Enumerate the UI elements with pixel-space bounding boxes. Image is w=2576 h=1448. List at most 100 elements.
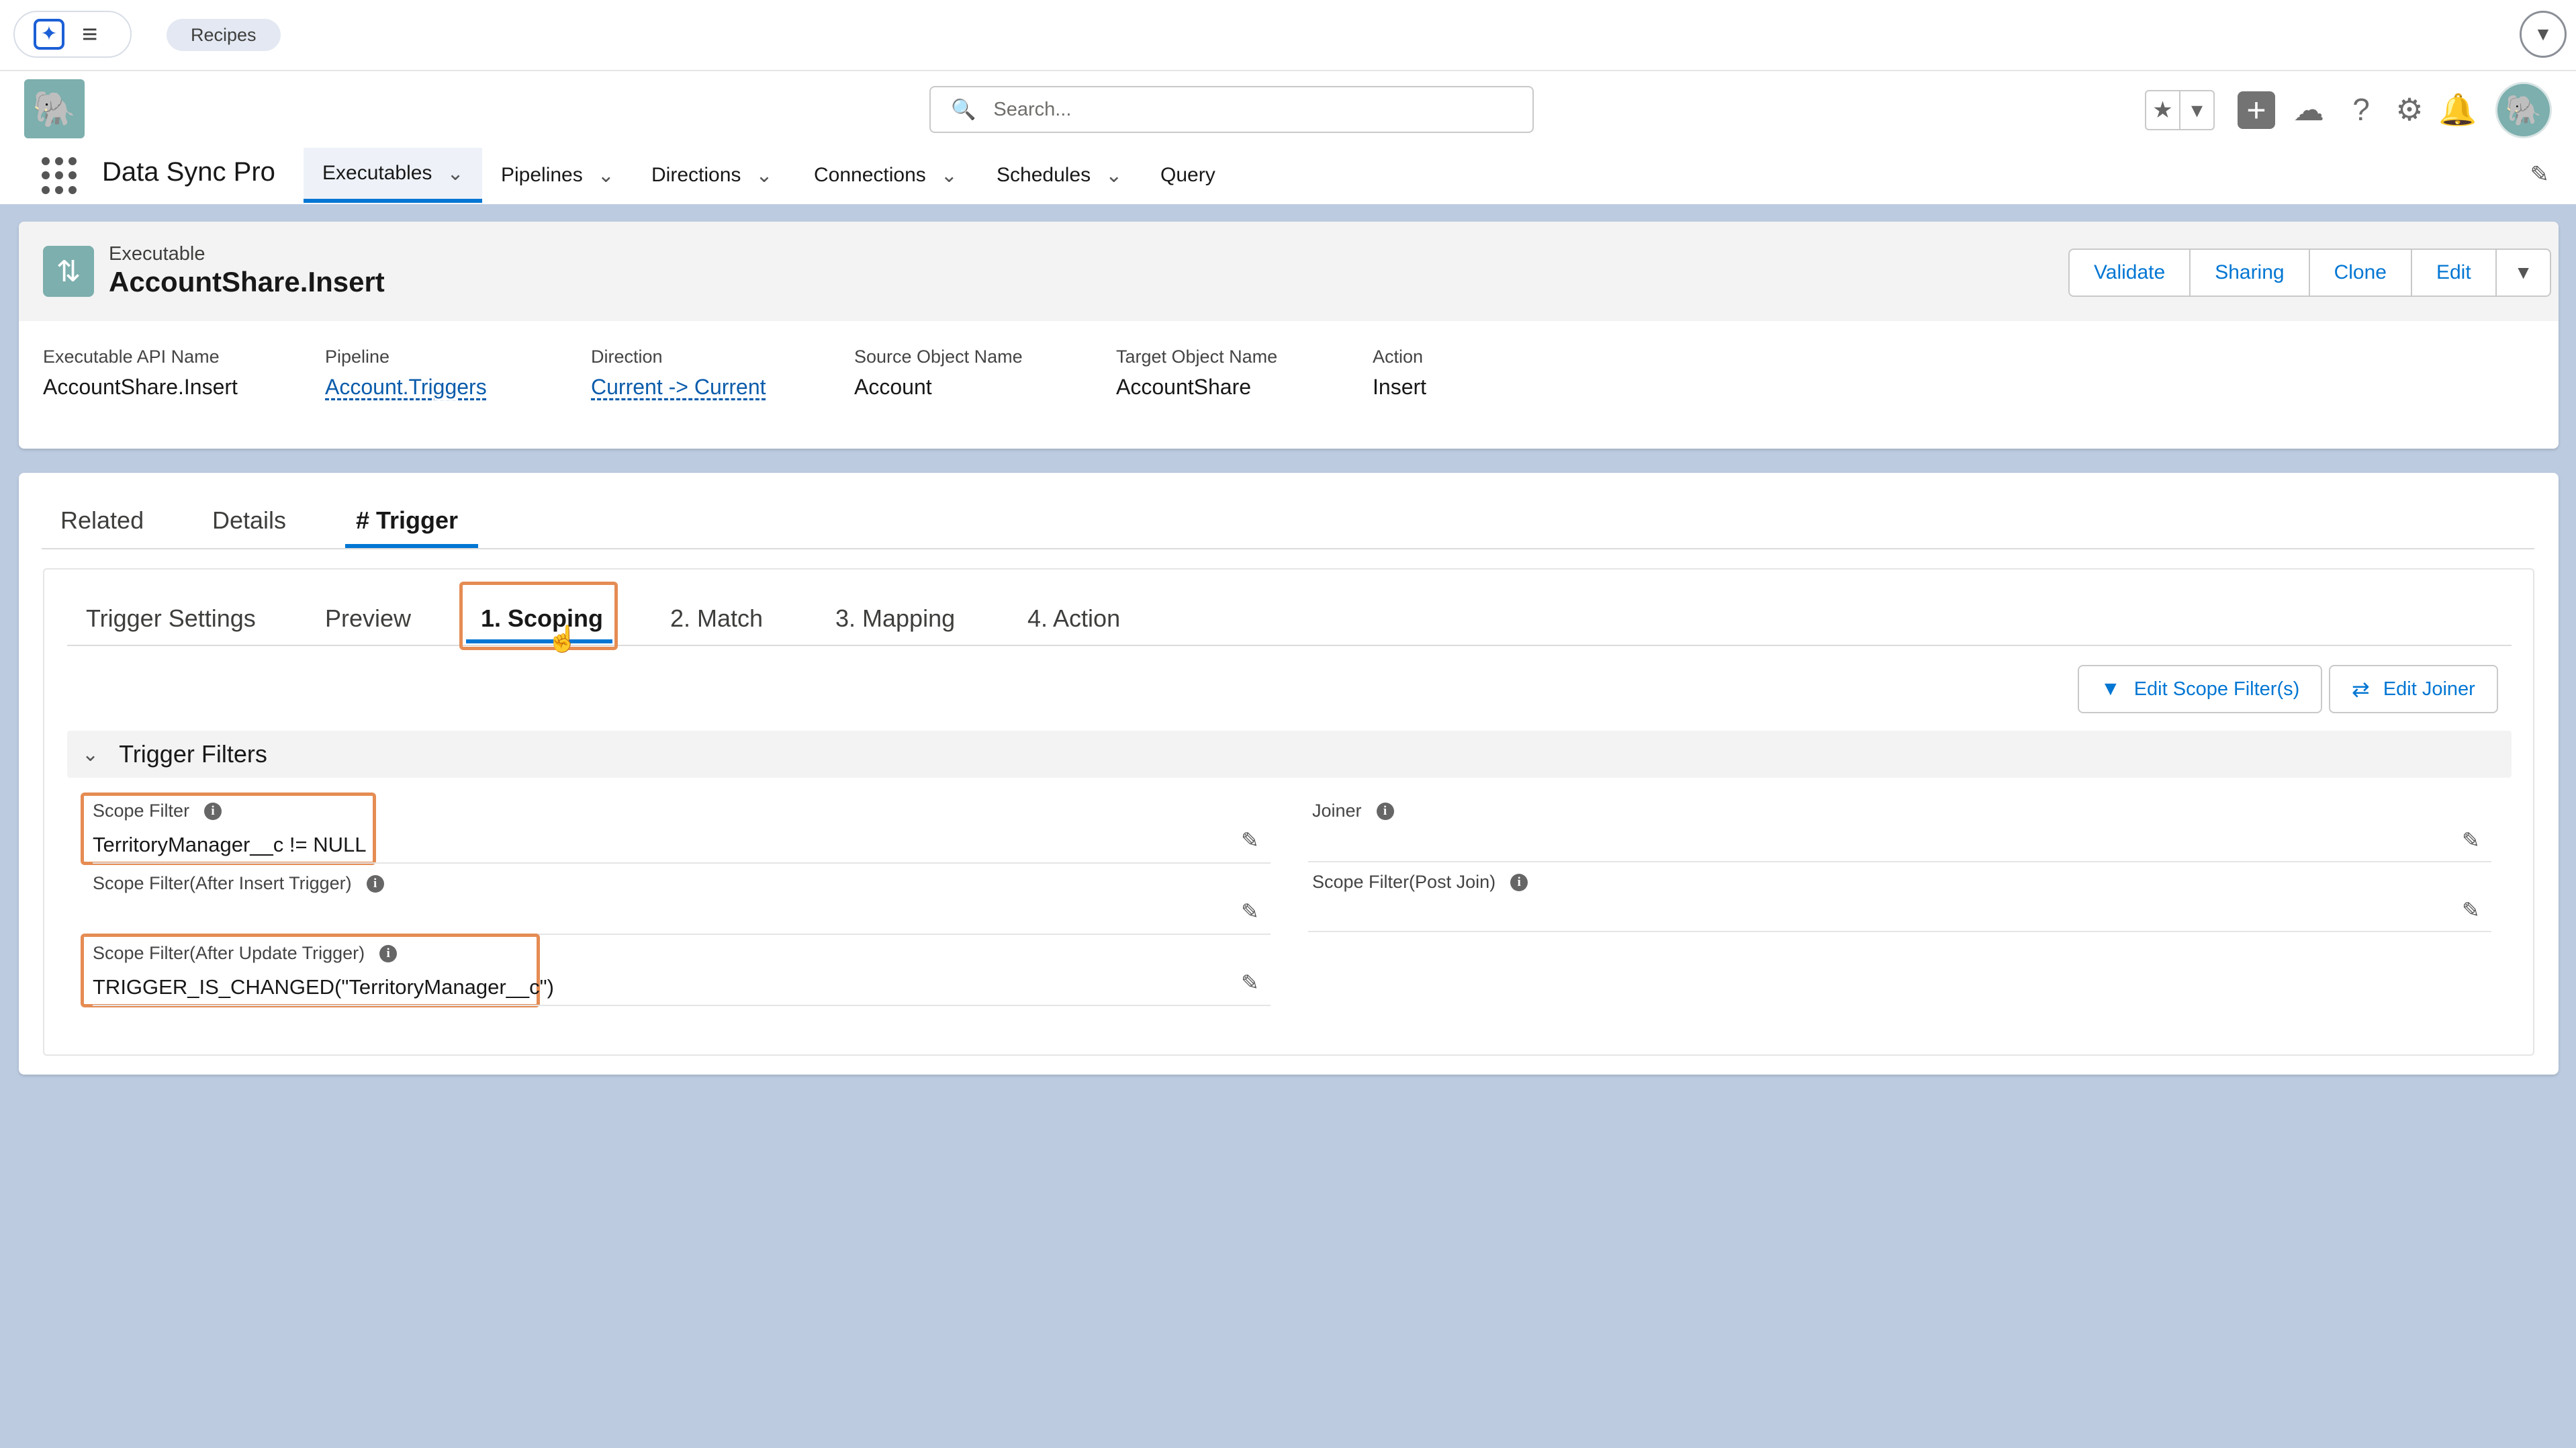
utility-bar — [0, 0, 2576, 70]
field-label: Joiner — [1312, 801, 1362, 821]
search-input[interactable] — [992, 97, 1506, 122]
tab-trigger[interactable]: # Trigger — [356, 506, 458, 535]
info-icon[interactable]: i — [1376, 802, 1394, 820]
field-value: Account — [854, 375, 932, 399]
pencil-icon[interactable]: ✎ — [2530, 161, 2550, 188]
field-label: Pipeline — [325, 347, 390, 367]
chevron-down-icon[interactable]: ⌄ — [755, 164, 772, 187]
chevron-down-icon[interactable]: ⌄ — [447, 162, 463, 185]
global-search[interactable]: 🔍 — [929, 86, 1534, 133]
launcher-icon[interactable]: ✦ — [34, 19, 64, 50]
scope-filter-post-join-label: Scope Filter(Post Join) i — [1312, 872, 1528, 893]
record-title: AccountShare.Insert — [109, 266, 385, 298]
tab-divider — [42, 548, 2534, 549]
cloud-icon[interactable]: ☁ — [2289, 87, 2329, 132]
tab-action[interactable]: 4. Action — [1027, 604, 1120, 633]
pencil-icon[interactable]: ✎ — [1241, 899, 1259, 924]
scope-filter-value: TerritoryManager__c != NULL — [93, 833, 367, 856]
clone-button[interactable]: Clone — [2310, 250, 2412, 296]
field-divider — [93, 862, 1271, 864]
nav-tab-label: Schedules — [997, 164, 1091, 186]
field-label: Scope Filter(After Update Trigger) — [93, 943, 365, 963]
scope-filter-after-update-value: TRIGGER_IS_CHANGED("TerritoryManager__c"… — [93, 975, 554, 999]
field-label: Action — [1373, 347, 1424, 367]
pencil-icon[interactable]: ✎ — [1241, 827, 1259, 853]
info-icon[interactable]: i — [379, 944, 398, 962]
tab-trigger-settings[interactable]: Trigger Settings — [86, 604, 256, 633]
pencil-icon[interactable]: ✎ — [2462, 897, 2480, 923]
info-icon[interactable]: i — [366, 874, 384, 893]
executable-icon: ⇅ — [43, 246, 94, 297]
info-icon[interactable]: i — [204, 802, 222, 820]
chevron-down-icon[interactable]: ⌄ — [82, 743, 99, 766]
chevron-down-icon[interactable]: ⌄ — [1105, 164, 1122, 187]
scope-filter-after-insert-label: Scope Filter(After Insert Trigger) i — [93, 873, 384, 894]
sharing-button[interactable]: Sharing — [2191, 250, 2310, 296]
nav-tab-schedules[interactable]: Schedules ⌄ — [978, 148, 1141, 203]
direction-link[interactable]: Current -> Current — [591, 375, 766, 400]
chevron-down-icon[interactable]: ⌄ — [598, 164, 614, 187]
chevron-down-icon[interactable]: ⌄ — [941, 164, 958, 187]
trigger-filters-section-header[interactable]: ⌄ Trigger Filters — [67, 731, 2512, 778]
field-value: Insert — [1373, 375, 1427, 399]
recipes-pill[interactable]: Recipes — [167, 19, 281, 51]
chevron-down-icon[interactable]: ▼ — [2520, 11, 2567, 58]
tab-details[interactable]: Details — [212, 506, 286, 535]
nav-tab-pipelines[interactable]: Pipelines ⌄ — [482, 148, 633, 203]
record-actions: Validate Sharing Clone Edit ▼ — [2068, 248, 2552, 297]
tab-mapping[interactable]: 3. Mapping — [835, 604, 955, 633]
nav-tab-executables[interactable]: Executables ⌄ — [304, 148, 482, 203]
nav-tab-label: Pipelines — [501, 164, 583, 186]
nav-tab-label: Query — [1160, 164, 1215, 186]
field-label: Direction — [591, 347, 663, 367]
tab-related[interactable]: Related — [60, 506, 144, 535]
scope-filter-label: Scope Filter i — [93, 801, 222, 821]
help-icon[interactable]: ? — [2341, 87, 2381, 132]
app-launcher-pill[interactable]: ✦ ≡ — [13, 11, 132, 58]
nav-tab-directions[interactable]: Directions ⌄ — [633, 148, 792, 203]
pencil-icon[interactable]: ✎ — [1241, 970, 1259, 995]
nav-tab-query[interactable]: Query — [1142, 148, 1234, 203]
joiner-label: Joiner i — [1312, 801, 1394, 821]
chevron-down-icon[interactable]: ▾ — [2180, 91, 2213, 129]
info-icon[interactable]: i — [1510, 873, 1528, 891]
pipeline-link[interactable]: Account.Triggers — [325, 375, 487, 400]
edit-scope-filters-button[interactable]: ▼ Edit Scope Filter(s) — [2078, 665, 2323, 713]
avatar[interactable]: 🐘 — [2495, 82, 2552, 138]
field-divider — [93, 1005, 1271, 1006]
bell-icon[interactable]: 🔔 — [2438, 87, 2478, 132]
field-label: Executable API Name — [43, 347, 220, 367]
search-icon: 🔍 — [951, 98, 976, 121]
field-label: Scope Filter(After Insert Trigger) — [93, 873, 352, 893]
scope-filter-after-update-label: Scope Filter(After Update Trigger) i — [93, 943, 398, 964]
section-title: Trigger Filters — [119, 740, 267, 768]
field-label: Target Object Name — [1116, 347, 1278, 367]
waffle-icon[interactable] — [42, 157, 79, 195]
cursor-icon: ☝ — [547, 625, 579, 653]
field-label: Scope Filter(Post Join) — [1312, 872, 1496, 892]
validate-button[interactable]: Validate — [2070, 250, 2191, 296]
filter-icon: ▼ — [2101, 678, 2121, 700]
gear-icon[interactable]: ⚙ — [2389, 87, 2430, 132]
record-type: Executable — [109, 243, 205, 265]
subtab-divider — [67, 645, 2512, 646]
tab-match[interactable]: 2. Match — [670, 604, 763, 633]
org-logo[interactable]: 🐘 — [24, 79, 85, 138]
favorites-group[interactable]: ★ ▾ — [2145, 90, 2215, 130]
menu-icon[interactable]: ≡ — [82, 21, 97, 48]
tab-preview[interactable]: Preview — [325, 604, 411, 633]
pencil-icon[interactable]: ✎ — [2462, 827, 2480, 853]
nav-tab-label: Directions — [651, 164, 741, 186]
star-icon[interactable]: ★ — [2146, 91, 2180, 129]
nav-tab-label: Executables — [322, 162, 432, 184]
edit-joiner-button[interactable]: ⇄ Edit Joiner — [2329, 665, 2498, 713]
button-label: Edit Scope Filter(s) — [2133, 678, 2300, 700]
chevron-down-icon[interactable]: ▼ — [2497, 250, 2550, 296]
field-divider — [1308, 861, 2491, 862]
edit-button[interactable]: Edit — [2412, 250, 2497, 296]
nav-tab-label: Connections — [814, 164, 926, 186]
field-value: AccountShare.Insert — [43, 375, 238, 399]
nav-tab-connections[interactable]: Connections ⌄ — [795, 148, 976, 203]
button-label: Edit Joiner — [2383, 678, 2475, 700]
plus-icon[interactable]: + — [2238, 91, 2275, 129]
